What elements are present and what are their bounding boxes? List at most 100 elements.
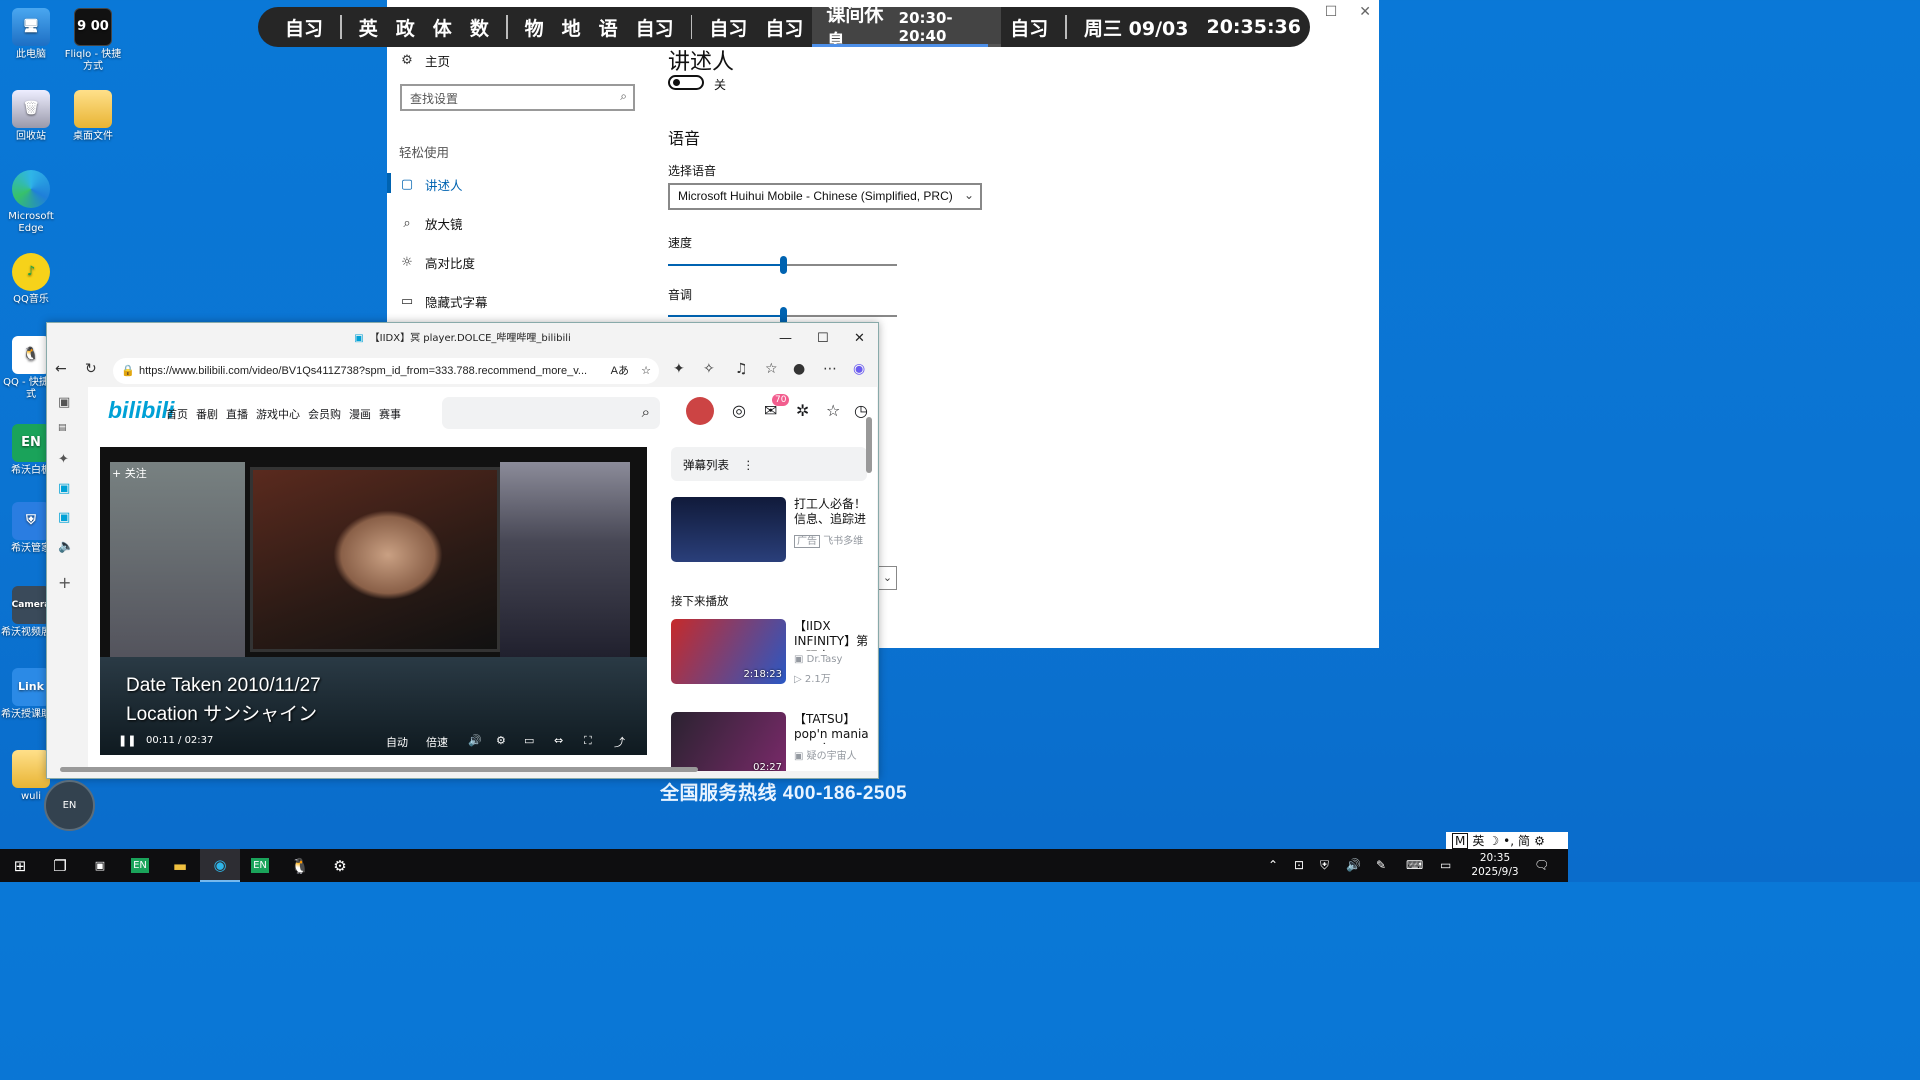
taskbar-app[interactable]: 🐧 — [280, 849, 320, 882]
taskbar-app-settings[interactable]: ⚙ — [320, 849, 360, 882]
refresh-icon[interactable]: ↻ — [85, 361, 97, 377]
favorites-icon[interactable]: ☆ — [765, 361, 778, 377]
widescreen-icon[interactable]: ⇔ — [554, 734, 563, 747]
narrator-toggle[interactable] — [668, 75, 704, 90]
maximize-icon[interactable]: ☐ — [817, 323, 829, 355]
profile-icon[interactable]: ● — [793, 361, 805, 377]
nav-member-shop[interactable]: 会员购 — [308, 406, 341, 422]
close-icon[interactable]: ✕ — [854, 323, 865, 355]
taskbar-app-edge[interactable]: ◉ — [200, 849, 240, 882]
nav-live[interactable]: 直播 — [226, 406, 248, 422]
speed-slider[interactable] — [668, 256, 897, 274]
desktop-icon-this-pc[interactable]: 🖥 此电脑 — [0, 8, 62, 61]
speed-slider-thumb[interactable] — [779, 256, 787, 274]
desktop-icon-desktop-files[interactable]: 桌面文件 — [62, 90, 124, 143]
start-button[interactable]: ⊞ — [0, 849, 40, 882]
moon-icon[interactable]: ☽ — [1488, 834, 1499, 848]
close-icon[interactable]: ✕ — [1359, 4, 1371, 20]
horizontal-scrollbar[interactable] — [50, 765, 858, 773]
bilibili-search-input[interactable]: ⌕ — [442, 397, 660, 429]
nav-manga[interactable]: 漫画 — [349, 406, 371, 422]
fullscreen-icon[interactable]: ⛶ — [584, 734, 592, 748]
back-icon[interactable]: ← — [55, 361, 67, 377]
vertical-tab-icon[interactable]: ✦ — [58, 452, 69, 467]
nav-anime[interactable]: 番剧 — [196, 406, 218, 422]
ime-mode[interactable]: M — [1452, 832, 1469, 849]
favorites-icon[interactable]: ☆ — [826, 401, 840, 420]
bilibili-logo[interactable]: bilibili — [108, 397, 174, 424]
settings-nav-captions[interactable]: ▭ 隐藏式字幕 — [399, 292, 488, 311]
settings-nav-home[interactable]: ⚙ 主页 — [399, 51, 450, 70]
settings-icon[interactable]: ⚙ — [496, 734, 506, 747]
puzzle-icon[interactable]: ✧ — [703, 361, 715, 377]
nav-game-center[interactable]: 游戏中心 — [256, 406, 300, 422]
copilot-icon[interactable]: ◉ — [853, 361, 865, 377]
floating-en-button[interactable]: EN — [44, 780, 95, 831]
recommended-video[interactable]: 02:27 【TATSU】pop'n mania IIDX之 ▣ 疑の宇宙人 — [671, 712, 871, 771]
vertical-tab-icon[interactable]: ▤ — [58, 423, 67, 433]
desktop-icon-edge[interactable]: Microsoft Edge — [0, 170, 62, 235]
pen-icon[interactable]: ✎ — [1376, 858, 1386, 872]
new-tab-icon[interactable]: + — [58, 573, 71, 592]
desktop-icon-recycle-bin[interactable]: 🗑 回收站 — [0, 90, 62, 143]
nav-esports[interactable]: 赛事 — [379, 406, 401, 422]
taskbar-app[interactable]: ▬ — [160, 849, 200, 882]
music-icon[interactable]: ♫ — [735, 361, 748, 377]
taskbar-app[interactable]: EN — [240, 849, 280, 882]
gear-icon[interactable]: ⚙ — [1534, 834, 1545, 848]
bilibili-tab-icon[interactable]: ▣ — [58, 481, 70, 496]
settings-nav-magnifier[interactable]: ⌕ 放大镜 — [399, 214, 462, 233]
ad-card[interactable]: 打工人必备！信息、追踪进 广告 飞书多维 — [671, 497, 871, 563]
settings-nav-narrator[interactable]: ▢ 讲述人 — [399, 175, 463, 194]
bilibili-tab-icon[interactable]: ▣ — [58, 510, 70, 525]
extension-icon[interactable]: ✦ — [673, 361, 685, 377]
security-icon[interactable]: ⛨ — [1320, 858, 1329, 873]
follow-button[interactable]: + 关注 — [112, 465, 147, 481]
share-icon[interactable]: ⤴ — [614, 734, 625, 750]
voice-select[interactable]: Microsoft Huihui Mobile - Chinese (Simpl… — [668, 183, 982, 210]
task-view-button[interactable]: ❐ — [40, 849, 80, 882]
star-icon[interactable]: ☆ — [641, 358, 651, 384]
taskbar-clock[interactable]: 20:35 2025/9/3 — [1470, 851, 1520, 879]
volume-icon[interactable]: 🔊 — [468, 734, 482, 747]
vip-icon[interactable]: ◎ — [732, 401, 746, 420]
dynamic-icon[interactable]: ✲ — [796, 401, 809, 420]
punctuation-icon[interactable]: •, — [1503, 834, 1514, 848]
volume-icon[interactable]: 🔊 — [1346, 858, 1361, 872]
taskbar-app[interactable]: EN — [120, 849, 160, 882]
vertical-scrollbar[interactable] — [866, 417, 872, 473]
chevron-down-icon[interactable]: ⌄ — [879, 566, 897, 590]
search-icon[interactable]: ⌕ — [642, 403, 650, 421]
nav-home[interactable]: 首页 — [166, 406, 188, 422]
settings-nav-high-contrast[interactable]: ☼ 高对比度 — [399, 253, 475, 272]
tab-actions-icon[interactable]: ▣ — [58, 395, 70, 410]
address-bar[interactable]: 🔒 https://www.bilibili.com/video/BV1Qs41… — [113, 358, 659, 384]
minimize-icon[interactable]: — — [779, 323, 792, 355]
maximize-icon[interactable]: ☐ — [1325, 4, 1338, 20]
pitch-slider[interactable] — [668, 307, 897, 325]
chevron-up-icon[interactable]: ⌃ — [1268, 858, 1278, 872]
speed-button[interactable]: 倍速 — [426, 734, 448, 750]
recommended-video[interactable]: 2:18:23 【IIDX INFINITY】第一玩家DOL ▣ Dr.Tasy… — [671, 619, 871, 685]
more-icon[interactable]: ⋮ — [743, 458, 755, 472]
keyboard-icon[interactable]: ⌨ — [1406, 858, 1423, 872]
desktop-icon-fliqlo[interactable]: 9 00 Fliqlo - 快捷方式 — [62, 8, 124, 73]
danmaku-list-header[interactable]: 弹幕列表 ⋮ — [671, 447, 867, 481]
video-player[interactable]: + 关注 Date Taken 2010/11/27 Location サンシャ… — [100, 447, 647, 755]
scrollbar-thumb[interactable] — [60, 767, 698, 772]
display-icon[interactable]: ▭ — [1440, 858, 1451, 872]
read-aloud-icon[interactable]: Aあ — [611, 358, 629, 384]
pause-icon[interactable]: ❚❚ — [118, 734, 136, 747]
taskbar-app[interactable]: ▣ — [80, 849, 120, 882]
network-icon[interactable]: ⊡ — [1294, 858, 1304, 872]
ime-language[interactable]: 英 — [1472, 832, 1484, 849]
more-icon[interactable]: ⋯ — [823, 361, 837, 377]
ime-script[interactable]: 简 — [1518, 832, 1530, 849]
quality-button[interactable]: 自动 — [386, 734, 408, 750]
pip-icon[interactable]: ▭ — [524, 734, 534, 747]
avatar[interactable] — [686, 397, 714, 425]
speaker-icon[interactable]: 🔈 — [58, 539, 74, 554]
desktop-icon-qq-music[interactable]: ♪ QQ音乐 — [0, 253, 62, 306]
settings-search-input[interactable]: 查找设置 ⌕ — [400, 84, 635, 111]
notification-icon[interactable]: 🗨 — [1534, 858, 1549, 872]
